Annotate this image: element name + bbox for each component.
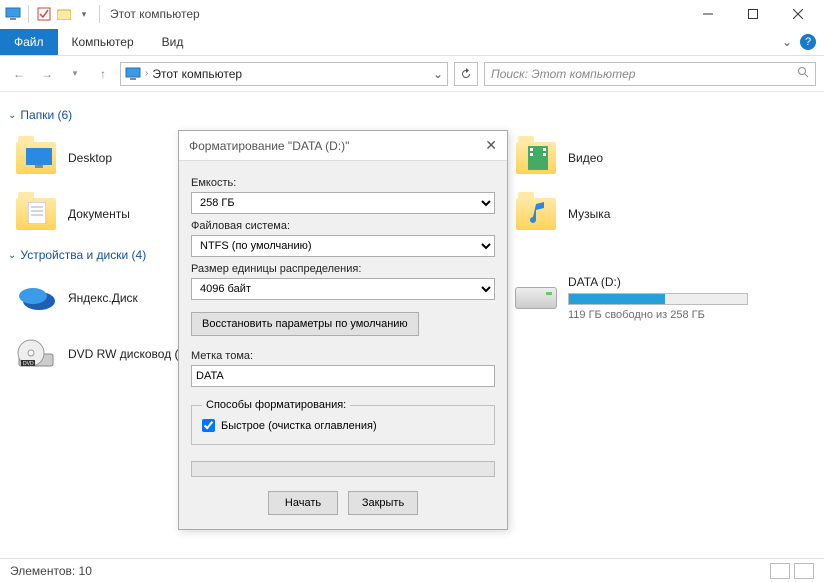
device-data-drive[interactable]: DATA (D:) 119 ГБ свободно из 258 ГБ [508, 270, 758, 326]
qat-dropdown-icon[interactable]: ▾ [75, 5, 93, 23]
statusbar: Элементов: 10 [0, 558, 824, 582]
recent-dropdown[interactable]: ▾ [64, 63, 86, 85]
format-methods-group: Способы форматирования: Быстрое (очистка… [191, 399, 495, 445]
restore-defaults-button[interactable]: Восстановить параметры по умолчанию [191, 312, 419, 336]
folder-icon [516, 198, 556, 230]
tab-computer[interactable]: Компьютер [58, 29, 148, 55]
app-icon [4, 5, 22, 23]
tab-view[interactable]: Вид [148, 29, 198, 55]
group-folders-header[interactable]: ⌄ Папки (6) [8, 108, 816, 122]
status-elements: Элементов: 10 [10, 564, 92, 578]
filesystem-select[interactable]: NTFS (по умолчанию) [191, 235, 495, 257]
help-icon[interactable]: ? [800, 34, 816, 50]
properties-icon[interactable] [35, 5, 53, 23]
drive-icon [514, 276, 558, 320]
folder-icon [16, 142, 56, 174]
window-title: Этот компьютер [110, 7, 200, 21]
quick-format-checkbox[interactable]: Быстрое (очистка оглавления) [202, 419, 484, 432]
dialog-titlebar[interactable]: Форматирование "DATA (D:)" ✕ [179, 131, 507, 161]
dialog-title: Форматирование "DATA (D:)" [189, 139, 349, 153]
search-icon[interactable] [797, 66, 809, 81]
volume-input[interactable] [191, 365, 495, 387]
address-bar[interactable]: › Этот компьютер ⌄ [120, 62, 448, 86]
capacity-label: Емкость: [191, 177, 495, 189]
breadcrumb[interactable]: Этот компьютер [152, 67, 242, 81]
yandex-disk-icon [14, 276, 58, 320]
volume-label: Метка тома: [191, 350, 495, 362]
close-button[interactable] [775, 0, 820, 28]
dvd-icon: DVD [14, 332, 58, 376]
minimize-button[interactable] [685, 0, 730, 28]
close-button[interactable]: Закрыть [348, 491, 418, 515]
folder-icon [516, 142, 556, 174]
folder-icon [16, 198, 56, 230]
quick-access-toolbar: ▾ [4, 5, 104, 23]
forward-button[interactable]: → [36, 63, 58, 85]
address-dropdown-icon[interactable]: ⌄ [433, 67, 443, 81]
view-icons-button[interactable] [794, 563, 814, 579]
start-button[interactable]: Начать [268, 491, 338, 515]
format-dialog: Форматирование "DATA (D:)" ✕ Емкость: 25… [178, 130, 508, 530]
allocation-label: Размер единицы распределения: [191, 263, 495, 275]
filesystem-label: Файловая система: [191, 220, 495, 232]
folder-music[interactable]: Музыка [508, 186, 758, 242]
titlebar: ▾ Этот компьютер [0, 0, 824, 28]
search-placeholder: Поиск: Этот компьютер [491, 67, 635, 81]
capacity-select[interactable]: 258 ГБ [191, 192, 495, 214]
qat-new-folder-icon[interactable] [55, 5, 73, 23]
refresh-button[interactable] [454, 62, 478, 86]
allocation-select[interactable]: 4096 байт [191, 278, 495, 300]
breadcrumb-sep: › [145, 68, 148, 79]
ribbon-expand-icon[interactable]: ⌄ [782, 35, 792, 49]
maximize-button[interactable] [730, 0, 775, 28]
folder-video[interactable]: Видео [508, 130, 758, 186]
up-button[interactable]: ↑ [92, 63, 114, 85]
close-icon[interactable]: ✕ [485, 137, 497, 154]
pc-icon [125, 67, 141, 81]
back-button[interactable]: ← [8, 63, 30, 85]
tab-file[interactable]: Файл [0, 29, 58, 55]
format-methods-legend: Способы форматирования: [202, 399, 350, 411]
navbar: ← → ▾ ↑ › Этот компьютер ⌄ Поиск: Этот к… [0, 56, 824, 92]
svg-text:DVD: DVD [23, 361, 34, 367]
chevron-down-icon: ⌄ [8, 110, 16, 121]
quick-format-input[interactable] [202, 419, 215, 432]
drive-usage-bar [568, 293, 748, 305]
chevron-down-icon: ⌄ [8, 250, 16, 261]
ribbon: Файл Компьютер Вид ⌄ ? [0, 28, 824, 56]
view-details-button[interactable] [770, 563, 790, 579]
format-progress-bar [191, 461, 495, 477]
search-box[interactable]: Поиск: Этот компьютер [484, 62, 816, 86]
